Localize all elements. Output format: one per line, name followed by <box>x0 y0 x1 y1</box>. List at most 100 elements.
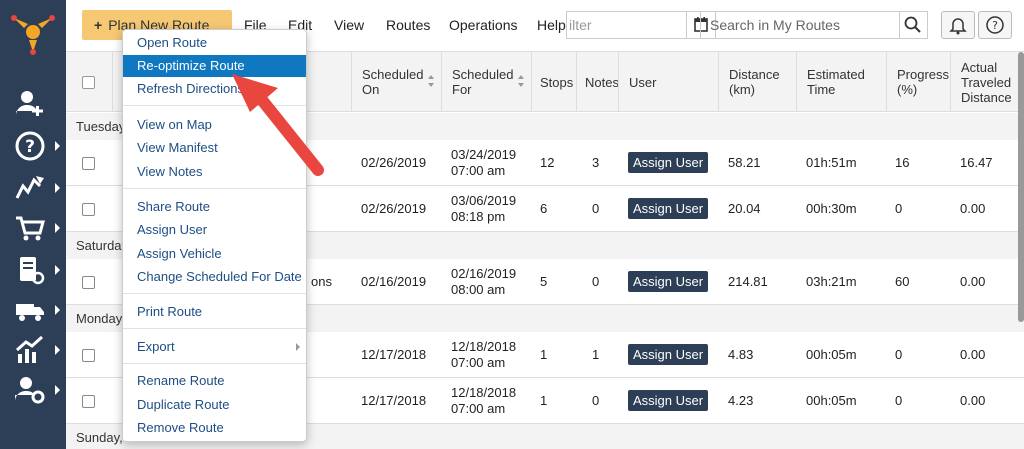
cell-notes: 3 <box>592 155 600 170</box>
cell-scheduled-for-time: 07:00 am <box>451 401 506 416</box>
menu-view-notes[interactable]: View Notes <box>123 161 306 183</box>
cell-stops: 12 <box>540 155 555 170</box>
menu-view-manifest[interactable]: View Manifest <box>123 137 306 159</box>
cell-est-time: 00h:05m <box>806 347 857 362</box>
assign-user-button[interactable]: Assign User <box>628 344 708 365</box>
question-icon: ? <box>986 16 1004 34</box>
menu-assign-vehicle[interactable]: Assign Vehicle <box>123 243 306 265</box>
svg-text:?: ? <box>992 19 998 32</box>
cell-progress: 0 <box>895 393 903 408</box>
menu-divider <box>123 363 306 364</box>
cart-icon[interactable] <box>14 212 46 244</box>
cell-actual-distance: 0.00 <box>960 274 986 289</box>
header-actual-distance[interactable]: Actual Traveled Distance <box>950 52 1024 112</box>
menu-help[interactable]: Help <box>537 17 566 33</box>
chevron-right-icon <box>55 305 60 315</box>
assign-user-button[interactable]: Assign User <box>628 271 708 292</box>
menu-divider <box>123 328 306 329</box>
row-checkbox[interactable] <box>82 157 95 170</box>
menu-operations[interactable]: Operations <box>449 17 517 33</box>
notifications-button[interactable] <box>941 11 975 39</box>
header-divider <box>112 52 113 112</box>
search-button[interactable] <box>900 11 928 39</box>
menu-export[interactable]: Export <box>123 336 306 358</box>
help-button[interactable]: ? <box>978 11 1012 39</box>
cell-est-time: 00h:05m <box>806 393 857 408</box>
menu-divider <box>123 105 306 106</box>
menu-refresh-directions[interactable]: Refresh Directions <box>123 78 306 100</box>
logo-icon[interactable] <box>0 0 66 68</box>
cell-actual-distance: 0.00 <box>960 393 986 408</box>
menu-rename-route[interactable]: Rename Route <box>123 370 306 392</box>
search-input[interactable]: Search in My Routes <box>700 11 900 39</box>
vertical-scrollbar[interactable] <box>1018 52 1024 322</box>
cell-notes: 0 <box>592 274 600 289</box>
plus-icon: + <box>94 17 103 33</box>
cell-progress: 60 <box>895 274 910 289</box>
header-distance[interactable]: Distance (km) <box>718 52 796 112</box>
menu-open-route[interactable]: Open Route <box>123 32 306 54</box>
menu-view[interactable]: View <box>334 17 364 33</box>
menu-divider <box>123 293 306 294</box>
cell-scheduled-for-time: 07:00 am <box>451 163 506 178</box>
cell-est-time: 03h:21m <box>806 274 857 289</box>
add-user-icon[interactable] <box>14 88 46 120</box>
cell-progress: 0 <box>895 201 903 216</box>
header-scheduled-on[interactable]: Scheduled On <box>351 52 441 112</box>
header-estimated-time[interactable]: Estimated Time <box>796 52 886 112</box>
chevron-right-icon <box>55 265 60 275</box>
cell-distance: 58.21 <box>728 155 761 170</box>
assign-user-button[interactable]: Assign User <box>628 198 708 219</box>
sort-icon <box>518 75 524 87</box>
bell-icon <box>949 18 967 35</box>
chevron-right-icon <box>55 141 60 151</box>
cell-distance: 214.81 <box>728 274 768 289</box>
cell-stops: 5 <box>540 274 548 289</box>
menu-change-scheduled-date[interactable]: Change Scheduled For Date <box>123 266 306 288</box>
header-scheduled-for[interactable]: Scheduled For <box>441 52 531 112</box>
assign-user-button[interactable]: Assign User <box>628 390 708 411</box>
menu-reoptimize-route[interactable]: Re-optimize Route <box>123 55 306 77</box>
menu-divider <box>123 188 306 189</box>
chevron-right-icon <box>55 223 60 233</box>
menu-assign-user[interactable]: Assign User <box>123 219 306 241</box>
cell-est-time: 01h:51m <box>806 155 857 170</box>
routes-icon[interactable] <box>14 172 46 204</box>
fleet-icon[interactable] <box>14 294 46 326</box>
cell-distance: 4.83 <box>728 347 754 362</box>
cell-scheduled-on: 02/26/2019 <box>361 155 427 170</box>
cell-stops: 1 <box>540 347 548 362</box>
header-notes[interactable]: Notes <box>576 52 619 112</box>
assign-user-button[interactable]: Assign User <box>628 152 708 173</box>
header-progress[interactable]: Progress (%) <box>886 52 950 112</box>
sort-icon <box>428 75 434 87</box>
header-stops[interactable]: Stops <box>531 52 576 112</box>
search-icon <box>904 16 921 33</box>
cell-scheduled-for-date: 02/16/2019 <box>451 266 517 281</box>
cell-scheduled-for-date: 03/06/2019 <box>451 193 517 208</box>
reports-icon[interactable] <box>14 254 46 286</box>
row-checkbox[interactable] <box>82 349 95 362</box>
analytics-icon[interactable] <box>14 334 46 366</box>
cell-notes: 0 <box>592 201 600 216</box>
cell-progress: 16 <box>895 155 910 170</box>
row-checkbox[interactable] <box>82 203 95 216</box>
cell-actual-distance: 16.47 <box>960 155 993 170</box>
chevron-right-icon <box>55 385 60 395</box>
filter-input[interactable]: ilter <box>566 11 686 39</box>
cell-scheduled-for-date: 12/18/2018 <box>451 385 517 400</box>
menu-duplicate-route[interactable]: Duplicate Route <box>123 394 306 416</box>
menu-routes[interactable]: Routes <box>386 17 430 33</box>
menu-share-route[interactable]: Share Route <box>123 196 306 218</box>
menu-print-route[interactable]: Print Route <box>123 301 306 323</box>
select-all-checkbox[interactable] <box>82 76 95 89</box>
menu-remove-route[interactable]: Remove Route <box>123 417 306 439</box>
row-checkbox[interactable] <box>82 395 95 408</box>
settings-user-icon[interactable] <box>14 374 46 406</box>
menu-view-on-map[interactable]: View on Map <box>123 114 306 136</box>
cell-scheduled-for-date: 12/18/2018 <box>451 339 517 354</box>
cell-scheduled-for-date: 03/24/2019 <box>451 147 517 162</box>
help-circle-icon[interactable]: ? <box>14 130 46 162</box>
row-checkbox[interactable] <box>82 276 95 289</box>
header-user[interactable]: User <box>618 52 718 112</box>
